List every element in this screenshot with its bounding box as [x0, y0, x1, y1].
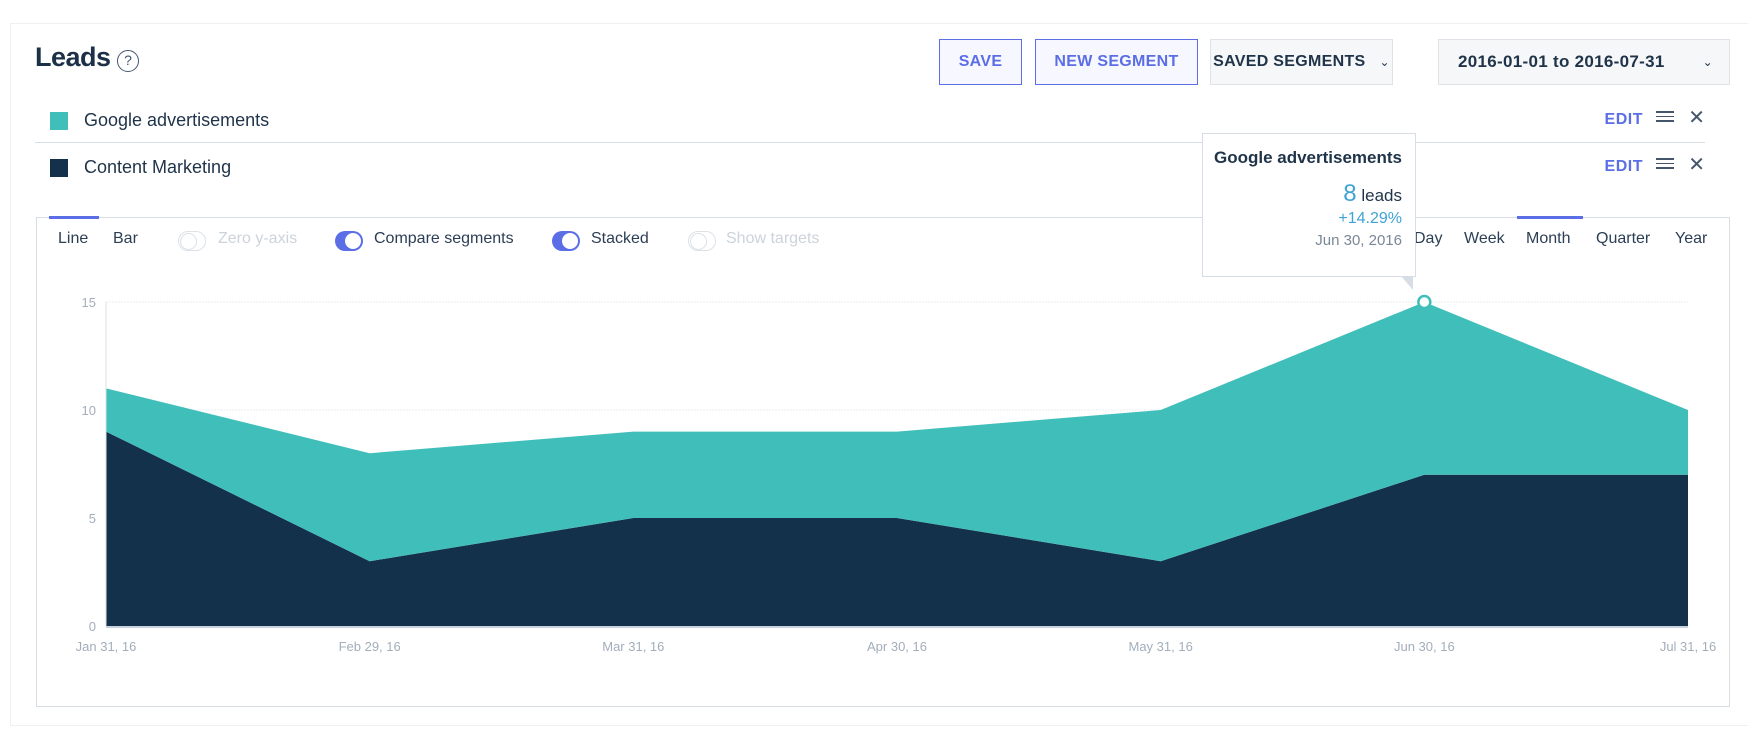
y-tick-label: 10 — [82, 403, 96, 418]
x-tick-label: May 31, 16 — [1129, 639, 1193, 654]
y-tick-label: 0 — [89, 619, 96, 634]
tooltip-title: Google advertisements — [1213, 148, 1402, 167]
tooltip-date: Jun 30, 2016 — [1315, 232, 1402, 249]
x-tick-label: Jan 31, 16 — [76, 639, 137, 654]
tooltip-value-row: 8 leads — [1203, 180, 1402, 208]
x-tick-label: Apr 30, 16 — [867, 639, 927, 654]
tooltip-value: 8 — [1343, 180, 1357, 207]
tooltip-change: +14.29% — [1338, 210, 1402, 227]
y-tick-label: 15 — [82, 295, 96, 310]
stacked-area-chart: 0 5 10 15 Jan 31, 16 Feb 29, 16 Mar 31, 16 Apr … — [76, 294, 1716, 654]
x-tick-label: Mar 31, 16 — [602, 639, 664, 654]
tooltip-unit: leads — [1361, 186, 1402, 205]
y-tick-label: 5 — [89, 511, 96, 526]
x-tick-label: Feb 29, 16 — [339, 639, 401, 654]
highlight-marker — [1417, 294, 1432, 310]
x-tick-label: Jul 31, 16 — [1660, 639, 1716, 654]
chart-tooltip: Google advertisements 8 leads +14.29% Ju… — [1202, 133, 1416, 290]
x-tick-label: Jun 30, 16 — [1394, 639, 1455, 654]
